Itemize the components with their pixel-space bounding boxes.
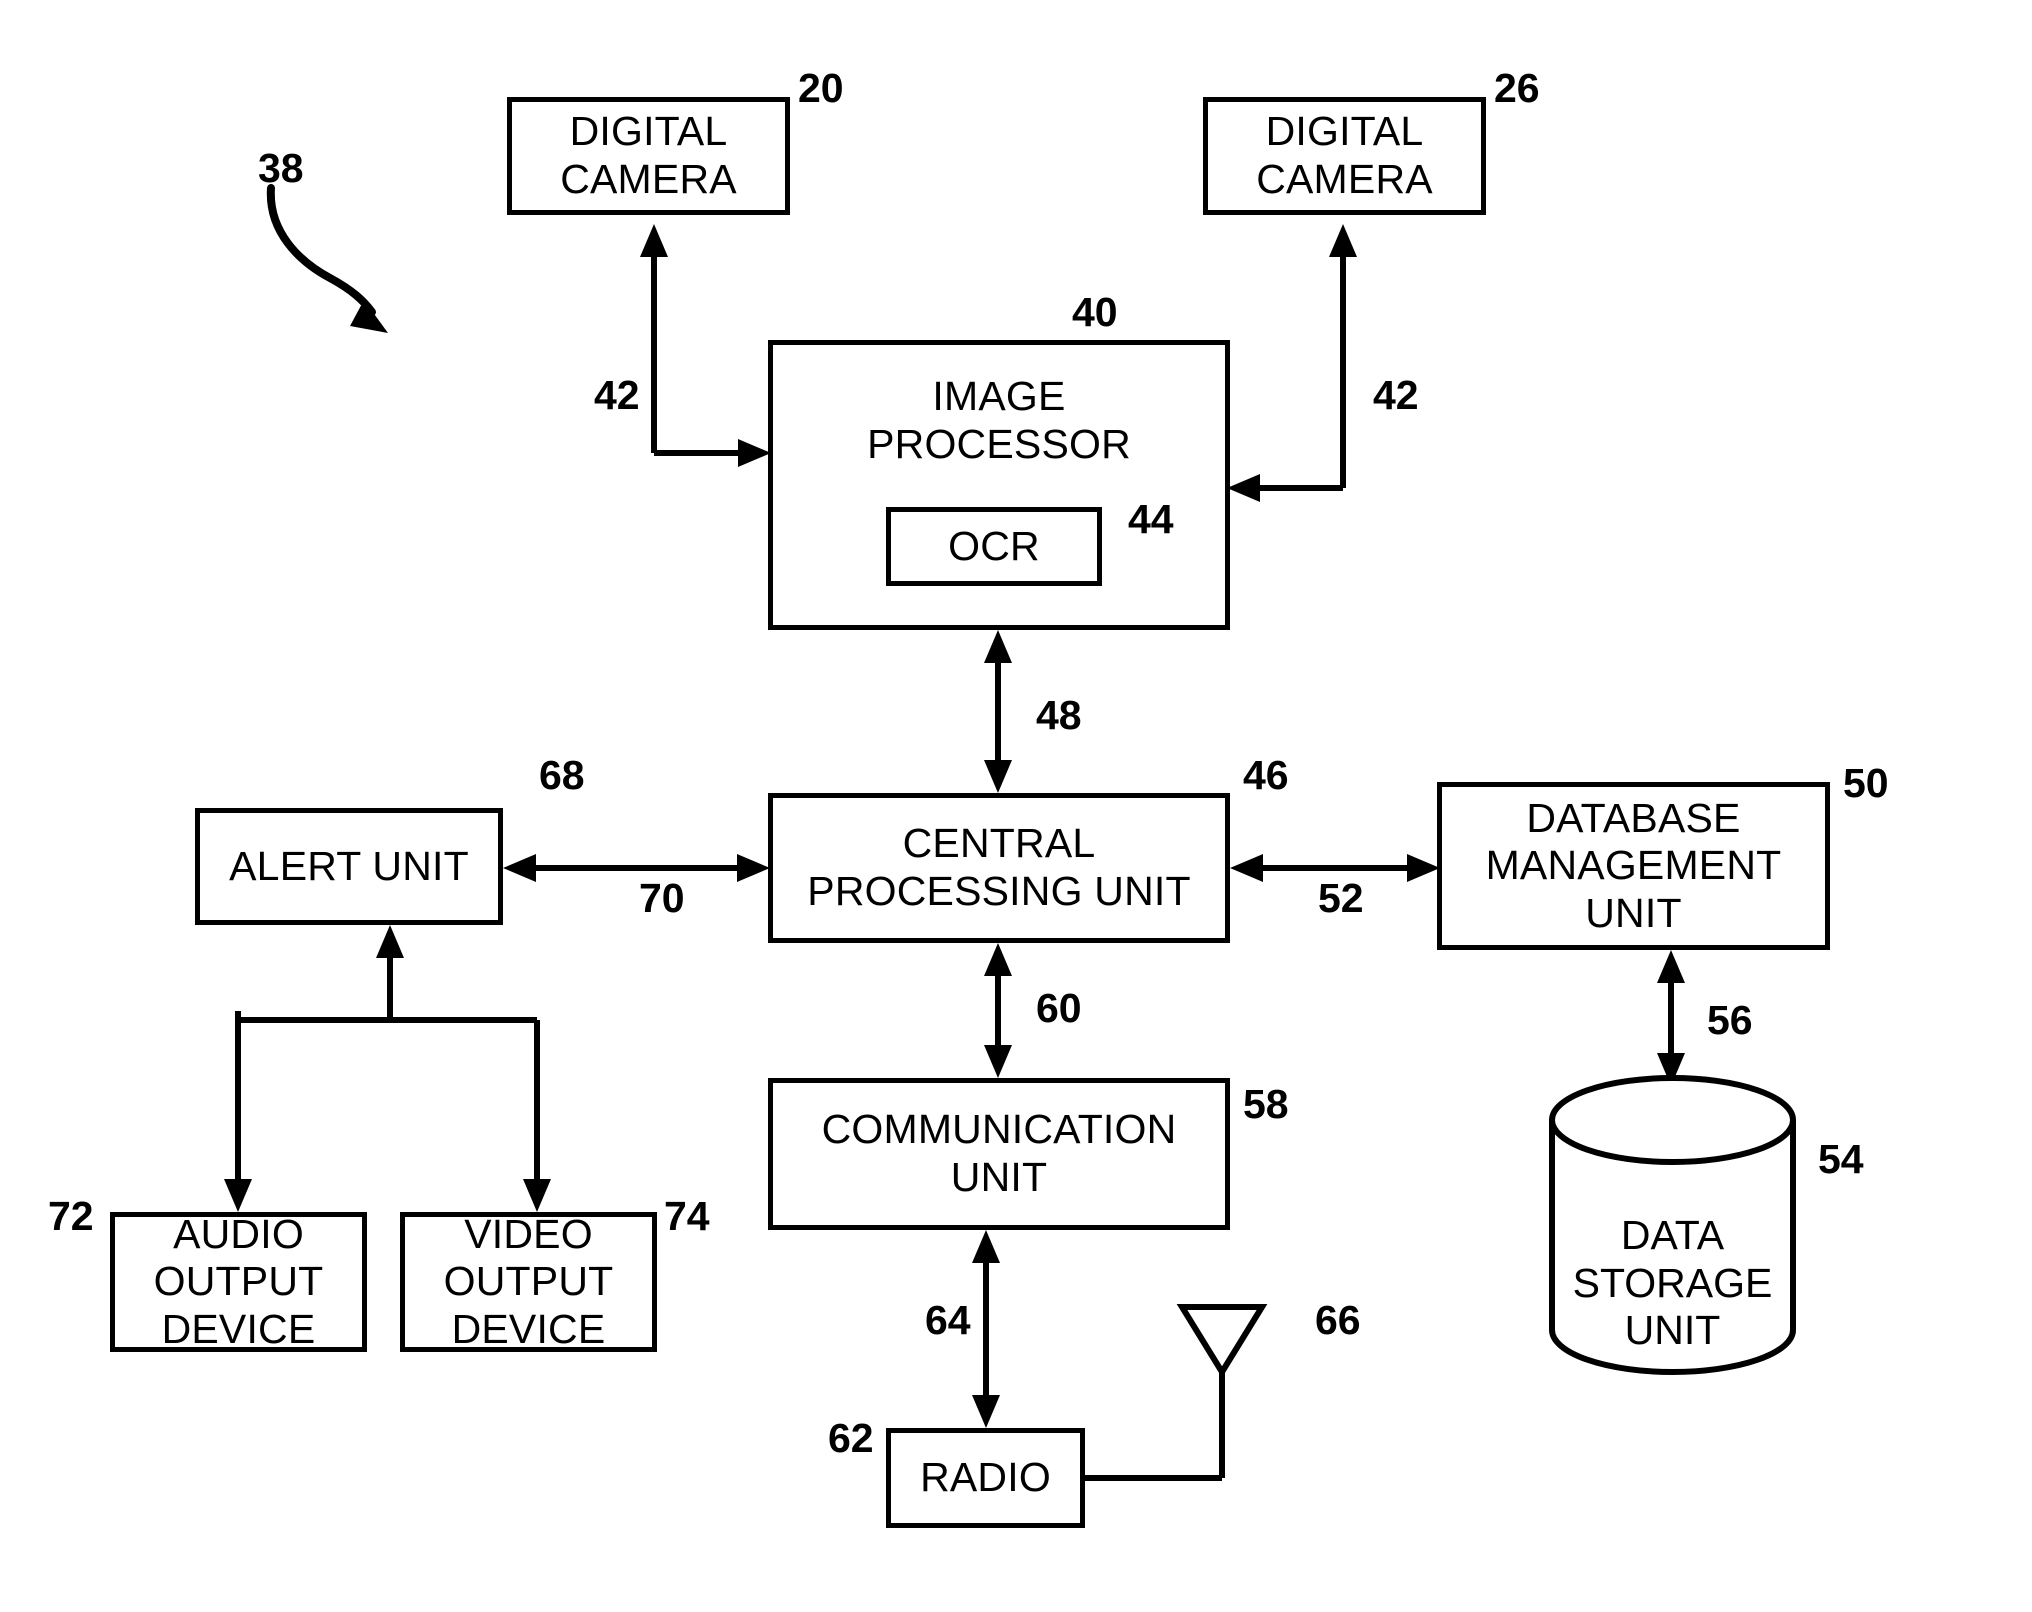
connector-64 — [972, 1230, 1000, 1428]
radio-box[interactable]: RADIO — [886, 1428, 1085, 1528]
data-storage-unit-label: DATA STORAGE UNIT — [1572, 1212, 1773, 1354]
ref-44: 44 — [1128, 496, 1174, 542]
digital-camera-right-box[interactable]: DIGITAL CAMERA — [1203, 97, 1486, 215]
audio-output-device-box[interactable]: AUDIO OUTPUT DEVICE — [110, 1211, 367, 1352]
ref-48: 48 — [1036, 692, 1082, 738]
ref-62: 62 — [828, 1415, 874, 1461]
video-output-device-box[interactable]: VIDEO OUTPUT DEVICE — [400, 1211, 657, 1352]
antenna-icon — [1176, 1304, 1268, 1378]
ref-52: 52 — [1318, 875, 1364, 921]
connector-42-left — [640, 224, 771, 467]
connector-48 — [984, 630, 1012, 793]
central-processing-unit-box[interactable]: CENTRAL PROCESSING UNIT — [768, 793, 1230, 943]
database-management-unit-box[interactable]: DATABASE MANAGEMENT UNIT — [1437, 782, 1830, 950]
ref-50: 50 — [1843, 760, 1889, 806]
ref-66: 66 — [1315, 1297, 1361, 1343]
system-ref-pointer — [266, 184, 388, 333]
alert-unit-box[interactable]: ALERT UNIT — [195, 808, 503, 925]
ref-68: 68 — [539, 752, 585, 798]
connector-alert-branch — [224, 925, 551, 1212]
ref-42-left: 42 — [594, 372, 640, 418]
ref-38: 38 — [258, 145, 304, 191]
digital-camera-left-box[interactable]: DIGITAL CAMERA — [507, 97, 790, 215]
ref-64: 64 — [925, 1297, 971, 1343]
connector-60 — [984, 943, 1012, 1078]
ref-60: 60 — [1036, 985, 1082, 1031]
ref-58: 58 — [1243, 1081, 1289, 1127]
image-processor-box[interactable]: IMAGE PROCESSOR — [768, 340, 1230, 630]
ref-20: 20 — [798, 65, 844, 111]
connector-70 — [503, 854, 770, 882]
image-processor-label: IMAGE PROCESSOR — [867, 373, 1131, 467]
connector-42-right — [1227, 224, 1357, 502]
ref-72: 72 — [48, 1193, 94, 1239]
figure-canvas: DIGITAL CAMERA 20 DIGITAL CAMERA 26 42 4… — [0, 0, 2032, 1612]
ref-42-right: 42 — [1373, 372, 1419, 418]
ref-40: 40 — [1072, 289, 1118, 335]
connector-56 — [1657, 950, 1685, 1086]
ref-70: 70 — [639, 875, 685, 921]
ref-56: 56 — [1707, 997, 1753, 1043]
ref-74: 74 — [664, 1193, 710, 1239]
ref-26: 26 — [1494, 65, 1540, 111]
ocr-box[interactable]: OCR — [886, 507, 1102, 586]
connector-radio-antenna — [1085, 1372, 1225, 1481]
ref-46: 46 — [1243, 752, 1289, 798]
communication-unit-box[interactable]: COMMUNICATION UNIT — [768, 1078, 1230, 1230]
ref-54: 54 — [1818, 1136, 1864, 1182]
